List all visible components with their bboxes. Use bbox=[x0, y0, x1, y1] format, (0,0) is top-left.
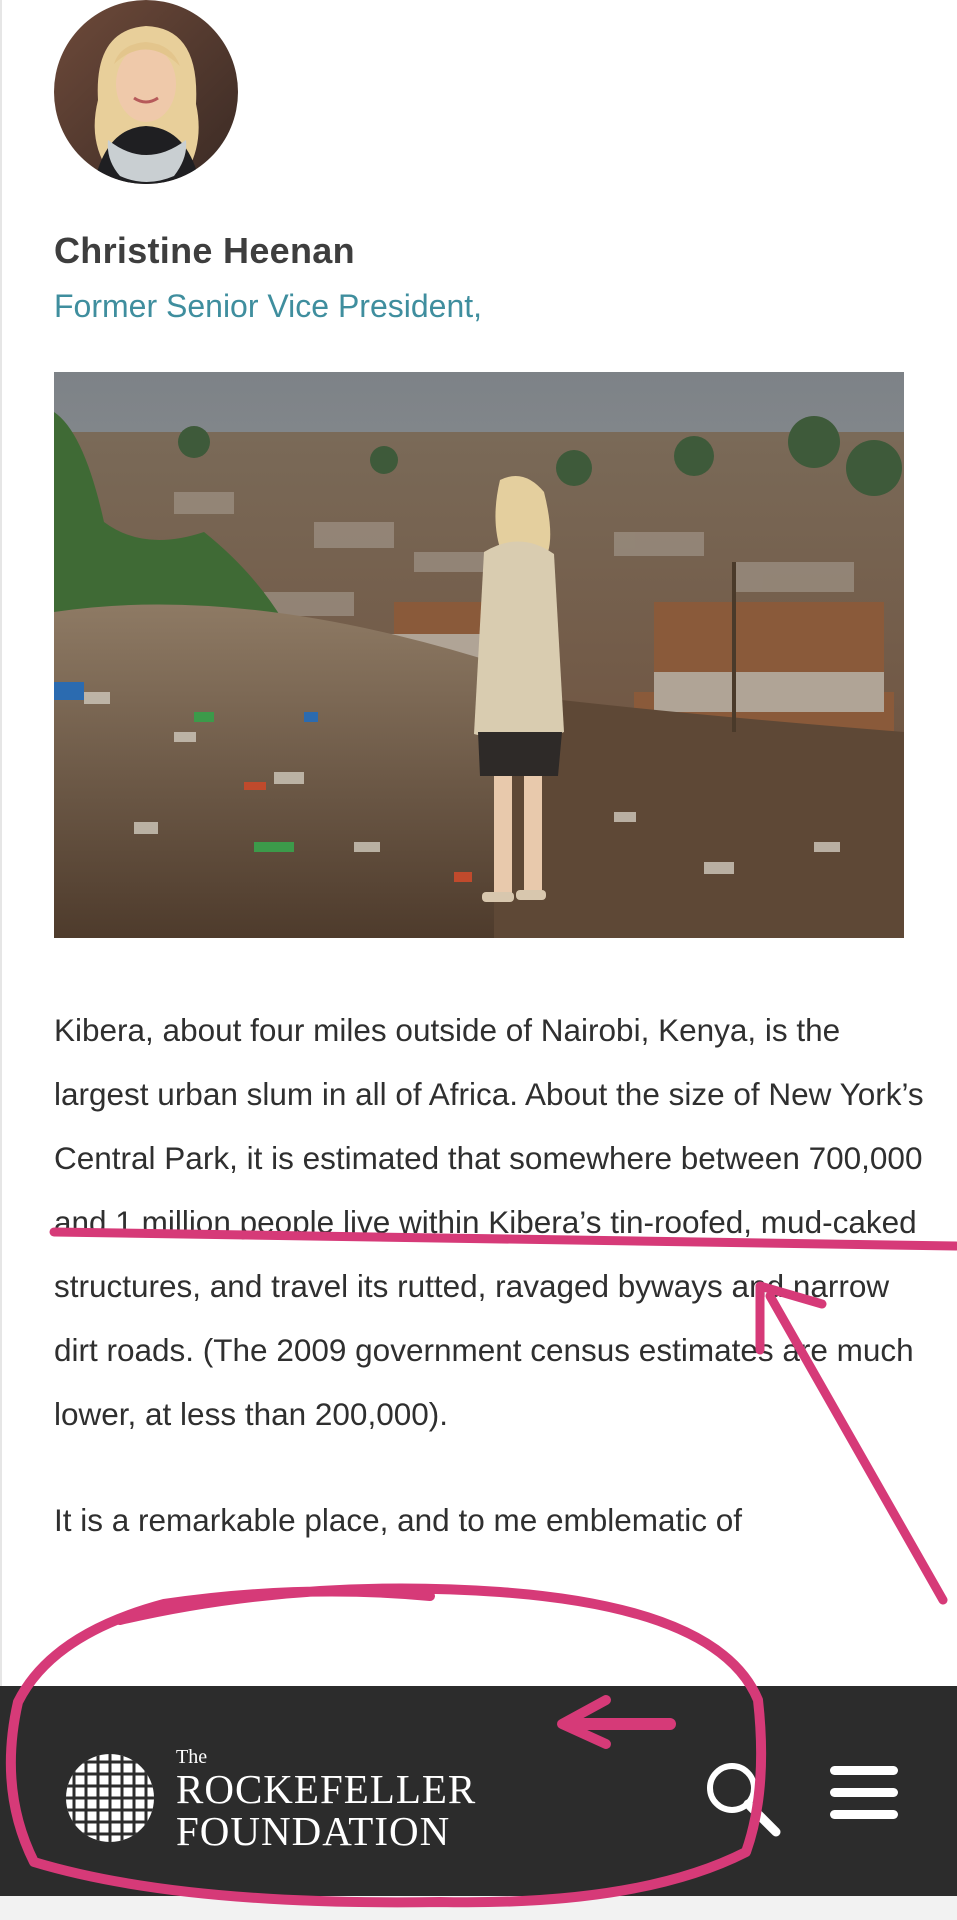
author-name[interactable]: Christine Heenan bbox=[54, 230, 355, 272]
article-body: Kibera, about four miles outside of Nair… bbox=[54, 998, 924, 1552]
author-avatar bbox=[54, 0, 238, 184]
menu-bar bbox=[830, 1788, 898, 1797]
article-hero-photo bbox=[54, 372, 904, 938]
menu-bar bbox=[830, 1766, 898, 1775]
article-paragraph: Kibera, about four miles outside of Nair… bbox=[54, 1012, 924, 1432]
rockefeller-globe-icon[interactable] bbox=[60, 1744, 158, 1852]
hamburger-menu-icon[interactable] bbox=[822, 1758, 904, 1828]
logo-line-rockefeller: ROCKEFELLER bbox=[176, 1766, 477, 1812]
search-icon[interactable] bbox=[700, 1756, 786, 1842]
logo-line-foundation: FOUNDATION bbox=[176, 1808, 451, 1854]
logo-the: The bbox=[176, 1746, 208, 1768]
rockefeller-foundation-logo[interactable]: The ROCKEFELLER FOUNDATION bbox=[176, 1746, 476, 1852]
article-paragraph: It is a remarkable place, and to me embl… bbox=[54, 1502, 743, 1538]
author-title: Former Senior Vice President, bbox=[54, 288, 483, 324]
browser-bottom-strip bbox=[0, 1896, 957, 1920]
page-left-rule bbox=[0, 0, 2, 1920]
menu-bar bbox=[830, 1810, 898, 1819]
